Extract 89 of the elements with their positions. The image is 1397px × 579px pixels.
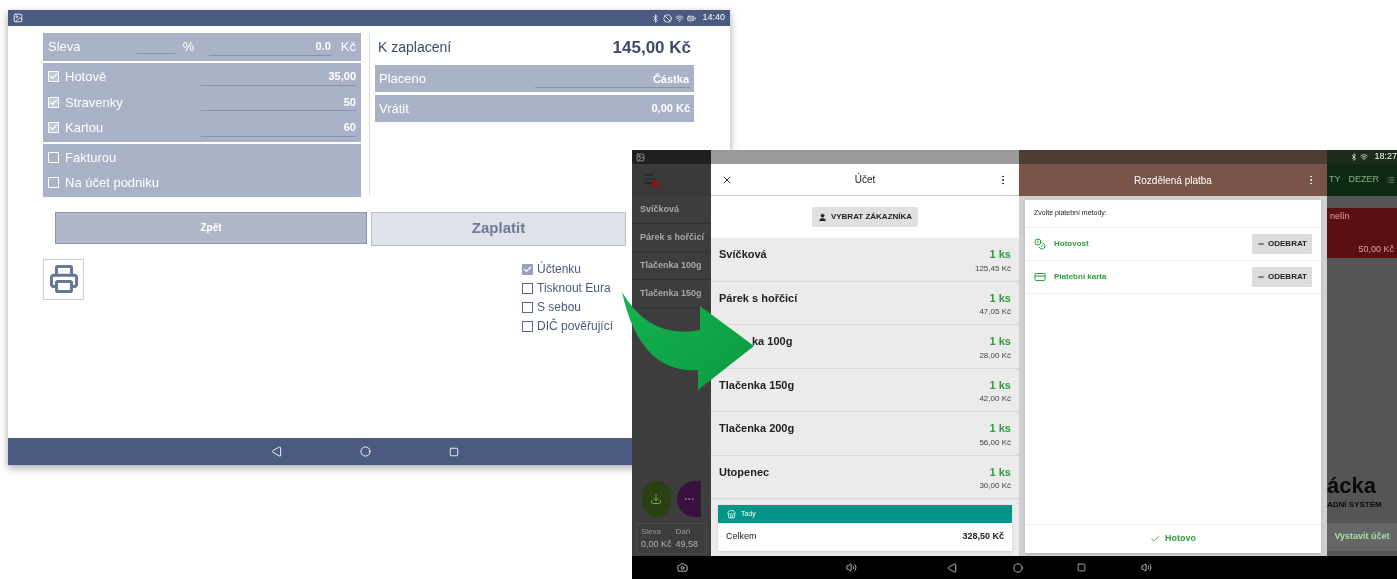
list-icon[interactable] [1387, 175, 1395, 185]
back-icon[interactable] [947, 562, 957, 573]
item-name: Párek s hořčicí [719, 290, 798, 306]
method-name: Hotovost [1054, 238, 1089, 250]
item-quantity: 1 ks [989, 290, 1011, 306]
battery-icon [687, 13, 697, 23]
method-label: Hotově [65, 68, 107, 86]
clock: 18:27 [1374, 150, 1397, 164]
bluetooth-icon [1350, 153, 1359, 161]
checkbox[interactable] [522, 320, 533, 332]
item-price: 125,45 Kč [974, 262, 1011, 275]
clock: 14:40 [702, 11, 725, 25]
method-label: Stravenky [65, 93, 123, 112]
product-card[interactable]: nelín 50,00 Kč [1327, 208, 1397, 258]
item-quantity: 1 ks [989, 377, 1011, 393]
item-name: Tlačenka 200g [719, 421, 795, 436]
pay-button[interactable]: Zaplatit [371, 211, 626, 246]
print-button[interactable] [43, 258, 84, 300]
logo-tagline: ADNÍ SYSTÉM [1327, 499, 1383, 511]
wifi-icon [675, 13, 685, 23]
store-icon [727, 509, 736, 519]
remove-button[interactable]: ODEBRAT [1252, 267, 1312, 287]
print-option-label: Tisknout Eura [537, 280, 611, 296]
paid-label: Placeno [379, 69, 426, 88]
item-price: 28,00 Kč [979, 349, 1011, 362]
checkbox[interactable] [522, 301, 533, 313]
method-label: Kartou [65, 119, 104, 137]
minus-icon [1257, 273, 1266, 281]
to-pay-amount: 145,00 Kč [612, 36, 691, 59]
item-price: 30,00 Kč [979, 480, 1011, 492]
amount-input[interactable]: Částka [575, 70, 689, 88]
method-name: Platební karta [1054, 271, 1107, 283]
summary-value: 0,00 Kč [641, 537, 672, 551]
method-label: Fakturou [65, 148, 117, 167]
screenshot-icon[interactable] [677, 562, 688, 573]
print-option-label: DIČ pověřující [537, 318, 614, 334]
currency-label: Kč [340, 38, 356, 57]
change-amount: 0,00 Kč [651, 101, 690, 117]
item-price: 47,05 Kč [979, 306, 1011, 318]
print-option-label: S sebou [537, 299, 582, 315]
image-icon [13, 13, 23, 23]
card-icon [1034, 271, 1046, 283]
remove-button[interactable]: ODEBRAT [1252, 234, 1312, 254]
select-customer-button[interactable]: VYBRAT ZÁKAZNÍKA [811, 207, 919, 227]
item-price: 56,00 Kč [979, 436, 1011, 449]
item-quantity: 1 ks [989, 334, 1011, 349]
checked-checkbox[interactable] [522, 263, 533, 275]
item-quantity: 1 ks [989, 464, 1011, 480]
item-name: ka 100g [752, 334, 793, 349]
item-name: Tlačenka 150g [719, 377, 795, 393]
summary-value: 49,58 [675, 537, 699, 551]
bluetooth-icon [651, 13, 661, 23]
coins-icon [1034, 238, 1046, 250]
minus-icon [1257, 240, 1266, 248]
image-icon [636, 152, 645, 162]
category-tab[interactable]: TY [1329, 173, 1341, 187]
item-quantity: 1 ks [989, 421, 1011, 436]
logo-text: ácka [1327, 475, 1377, 497]
discount-label: Sleva [48, 38, 82, 57]
method-label: Na účet podniku [65, 174, 159, 192]
percent-unit: % [182, 38, 196, 57]
issue-bill-button[interactable]: Vystavit účet [1327, 523, 1397, 551]
total-label: Celkem [726, 530, 757, 544]
check-icon [1150, 534, 1160, 544]
person-icon [817, 212, 827, 222]
blocked-icon [663, 13, 673, 23]
change-label: Vrátit [379, 99, 409, 118]
dialog-title: Rozdělená platba [1133, 173, 1213, 188]
item-price: 42,00 Kč [979, 393, 1011, 405]
item-name: Svíčková [719, 247, 767, 262]
to-pay-label: K zaplacení [378, 38, 452, 57]
summary-label: Daň [675, 525, 692, 538]
volume-icon[interactable] [846, 562, 857, 573]
product-name: nelín [1330, 210, 1351, 223]
summary-label: Sleva [641, 525, 662, 538]
volume-icon[interactable] [1141, 562, 1152, 573]
wifi-icon [1360, 153, 1369, 161]
home-icon[interactable] [1013, 562, 1023, 573]
checkbox[interactable] [522, 282, 533, 294]
done-button[interactable]: Hotovo [1025, 524, 1321, 553]
print-option-label: Účtenku [537, 261, 582, 277]
recents-icon[interactable] [1077, 563, 1086, 572]
item-quantity: 1 ks [989, 247, 1011, 262]
item-name: Utopenec [719, 464, 770, 480]
bill-title: Účet [853, 172, 877, 187]
download-icon [650, 492, 663, 505]
product-price: 50,00 Kč [1358, 242, 1394, 256]
category-tab[interactable]: DEZER [1348, 173, 1380, 187]
total-amount: 328,50 Kč [962, 530, 1004, 544]
